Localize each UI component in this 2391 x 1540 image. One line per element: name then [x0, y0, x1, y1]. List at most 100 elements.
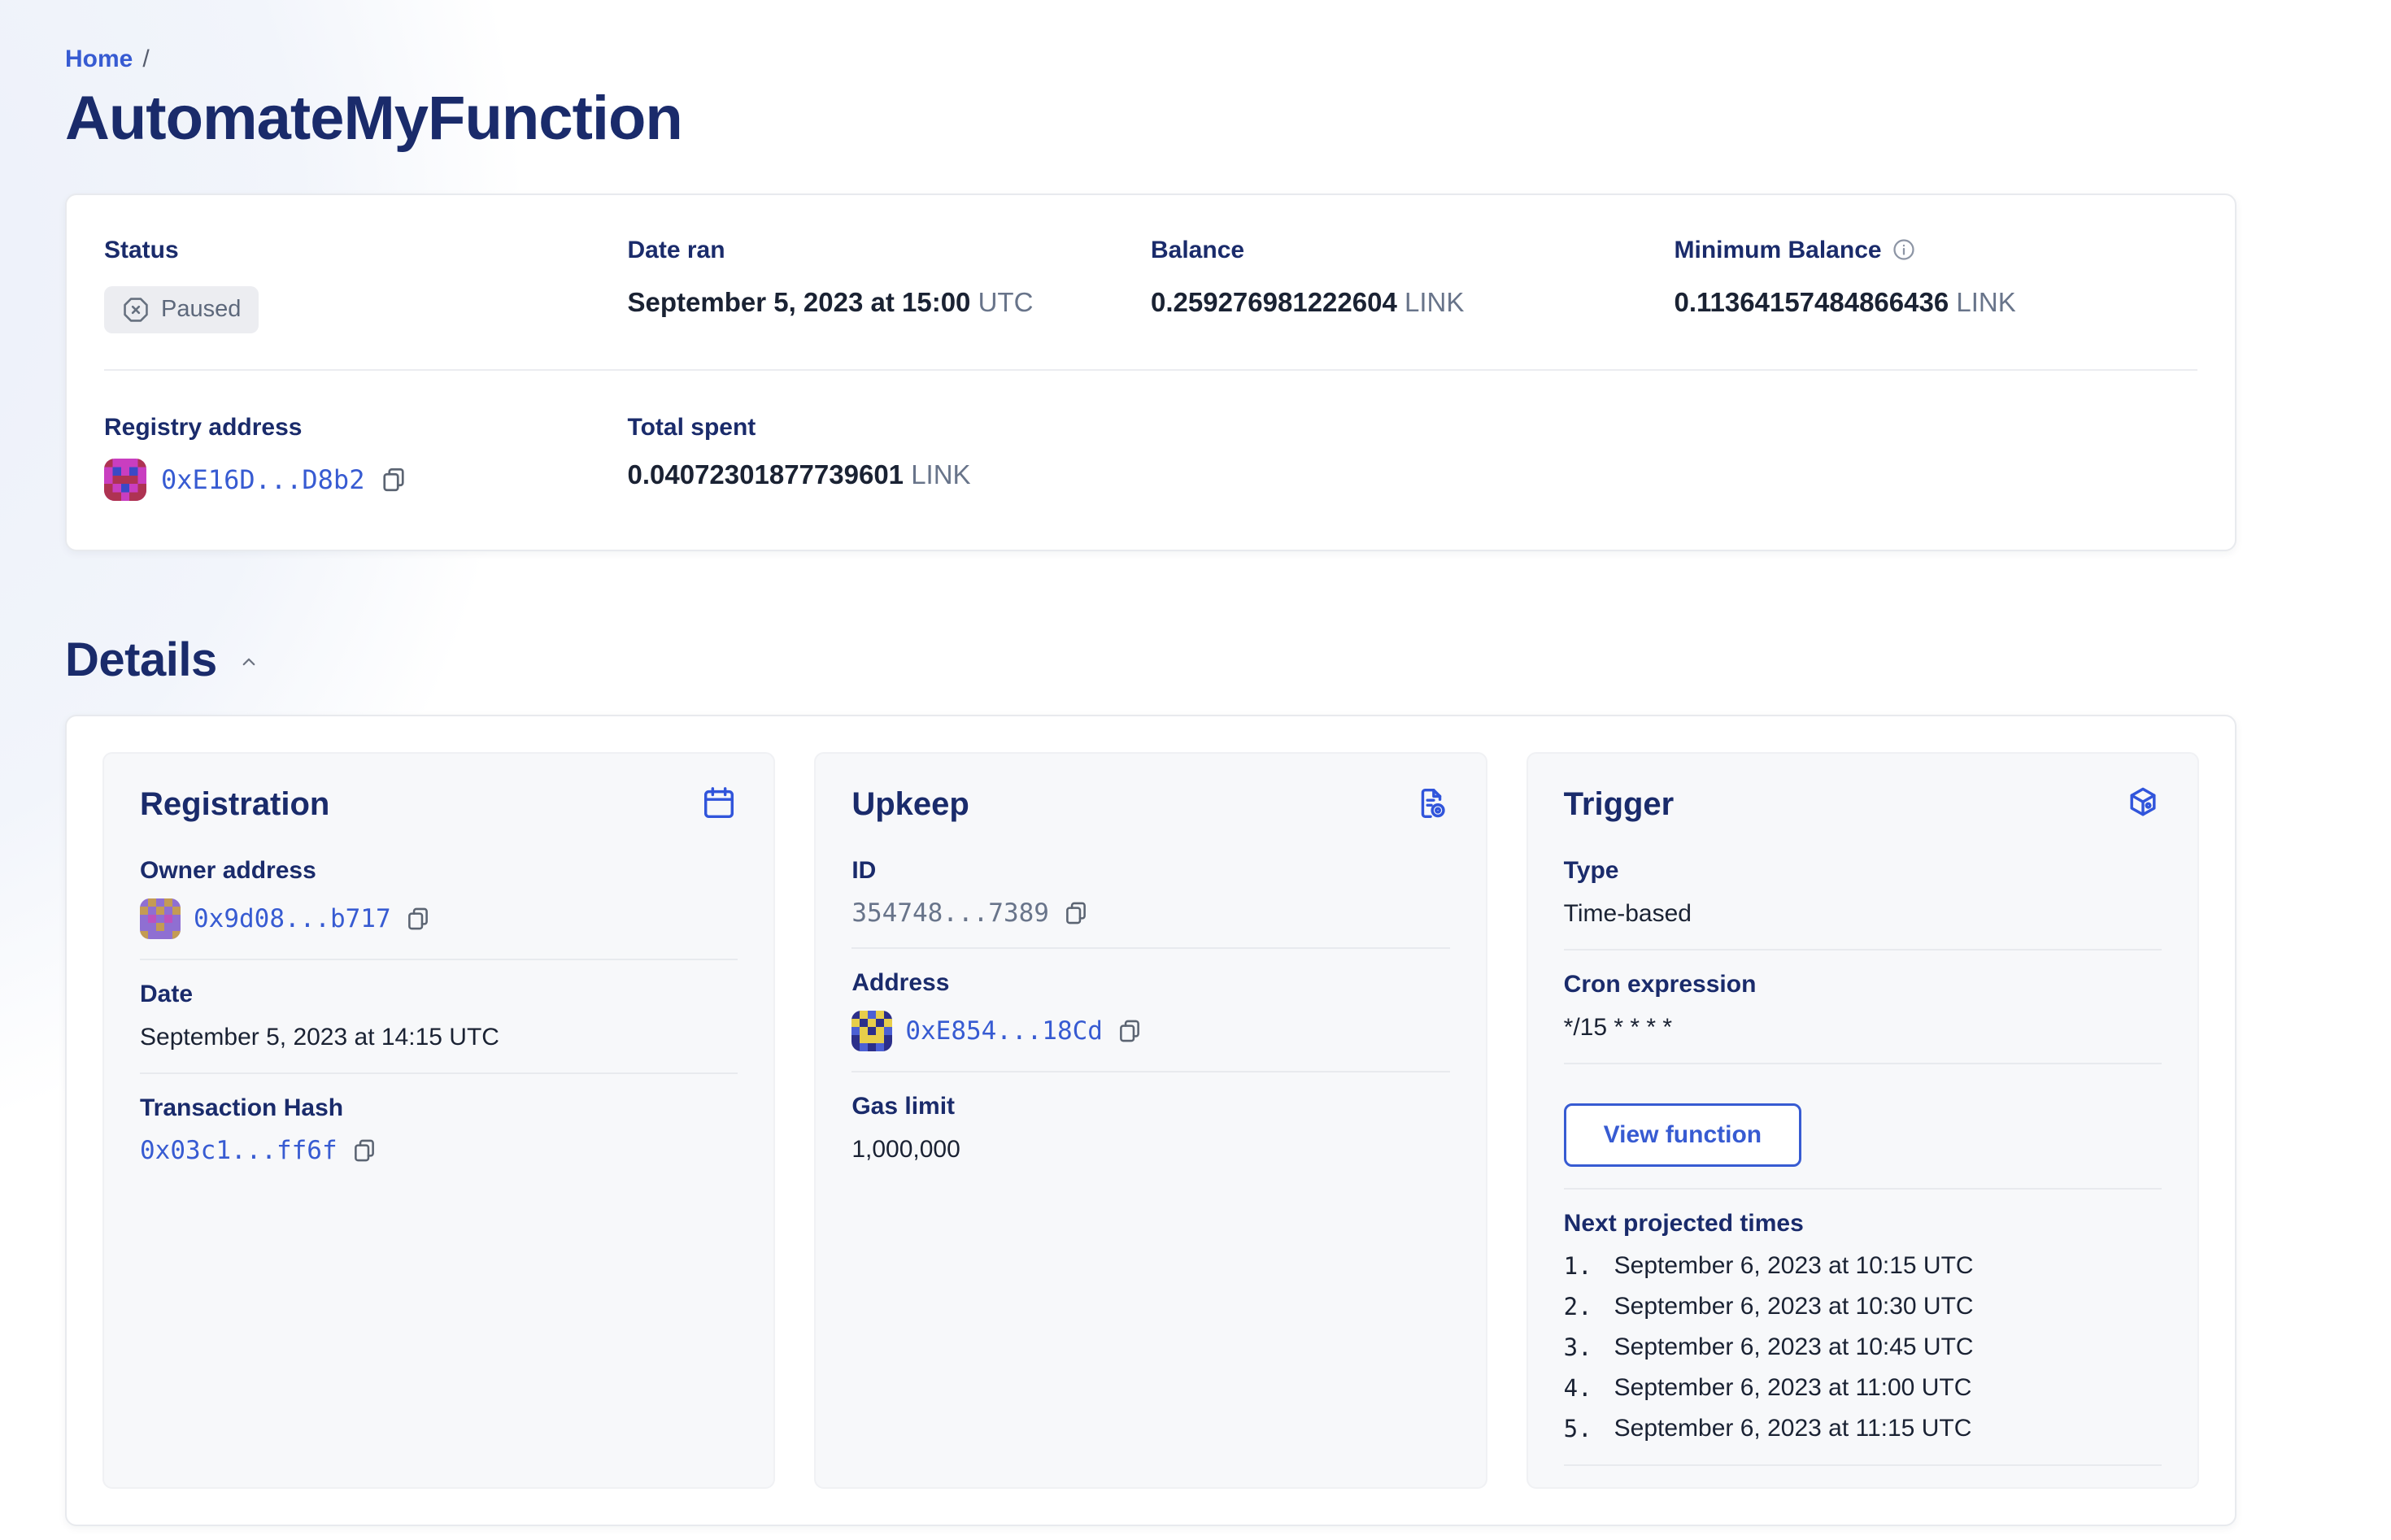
divider — [140, 1072, 738, 1074]
total-spent-suffix: LINK — [911, 459, 971, 489]
status-badge-text: Paused — [161, 296, 242, 323]
breadcrumb-separator: / — [142, 46, 150, 72]
trigger-title: Trigger — [1563, 785, 1675, 822]
trigger-card: Trigger Type Time-based Cron expression … — [1526, 751, 2199, 1489]
min-balance-label: Minimum Balance — [1675, 236, 2198, 265]
info-icon[interactable] — [1892, 237, 1916, 262]
item-text: September 6, 2023 at 10:15 UTC — [1614, 1251, 1974, 1279]
total-spent-value: 0.04072301877739601 — [627, 459, 904, 489]
divider — [1563, 1464, 2162, 1466]
date-ran-label: Date ran — [627, 236, 725, 263]
transaction-hash-label: Transaction Hash — [140, 1094, 344, 1121]
min-balance-field: Minimum Balance 0.11364157484866436 LINK — [1675, 236, 2198, 333]
paused-octagon-x-icon — [124, 297, 148, 322]
registry-address-label: Registry address — [104, 413, 303, 441]
upkeep-card: Upkeep ID 354748...7389 Address 0xE854..… — [814, 751, 1487, 1489]
overview-bottom-row: Registry address 0xE16D...D8b2 Total spe… — [67, 371, 2235, 550]
gas-limit-section: Gas limit 1,000,000 — [851, 1092, 1449, 1165]
next-projected-times-list: 1. September 6, 2023 at 10:15 UTC 2. Septe… — [1564, 1251, 2162, 1443]
transaction-hash-section: Transaction Hash 0x03c1...ff6f — [140, 1094, 738, 1165]
divider — [851, 946, 1450, 949]
projected-time-item: 1. September 6, 2023 at 10:15 UTC — [1564, 1251, 2162, 1281]
copy-icon[interactable] — [351, 1137, 378, 1164]
overview-top-row: Status Paused Date ran September 5, 2023… — [67, 195, 2235, 369]
total-spent-field: Total spent 0.04072301877739601 LINK — [628, 413, 1152, 501]
cube-icon — [2130, 787, 2156, 816]
cron-expression-value: */15 * * * * — [1563, 1013, 1673, 1041]
details-grid: Registration Owner address 0x9d08...b717… — [102, 751, 2199, 1489]
transaction-hash-link[interactable]: 0x03c1...ff6f — [140, 1136, 338, 1165]
date-ran-suffix: UTC — [978, 286, 1034, 317]
item-text: September 6, 2023 at 11:00 UTC — [1614, 1373, 1972, 1401]
item-text: September 6, 2023 at 11:15 UTC — [1614, 1414, 1972, 1442]
balance-label: Balance — [1151, 236, 1245, 263]
copy-icon[interactable] — [1116, 1017, 1143, 1045]
status-field: Status Paused — [104, 236, 628, 333]
projected-time-item: 3. September 6, 2023 at 10:45 UTC — [1564, 1333, 2162, 1362]
registration-date-section: Date September 5, 2023 at 14:15 UTC — [140, 980, 738, 1053]
divider — [1563, 948, 2162, 951]
cron-expression-label: Cron expression — [1563, 970, 1757, 998]
trigger-type-label: Type — [1563, 856, 1619, 884]
item-number: 1. — [1563, 1251, 1592, 1280]
upkeep-detail-page: Home / AutomateMyFunction Status Paused D… — [0, 0, 2391, 1526]
owner-identicon — [140, 898, 181, 939]
owner-address-label: Owner address — [140, 856, 316, 884]
owner-address-section: Owner address 0x9d08...b717 — [140, 856, 738, 939]
registry-identicon — [104, 458, 146, 501]
item-number: 4. — [1563, 1373, 1592, 1402]
registration-date-label: Date — [140, 980, 194, 1007]
breadcrumb-home-link[interactable]: Home — [65, 46, 133, 72]
calendar-icon — [704, 786, 734, 818]
projected-time-item: 5. September 6, 2023 at 11:15 UTC — [1564, 1414, 2162, 1443]
view-function-button[interactable]: View function — [1563, 1103, 1802, 1167]
collapse-details-button[interactable] — [237, 650, 261, 678]
divider — [1563, 1062, 2162, 1064]
divider — [851, 1070, 1450, 1072]
page-title: AutomateMyFunction — [65, 84, 683, 153]
total-spent-label: Total spent — [627, 413, 756, 441]
upkeep-address-link[interactable]: 0xE854...18Cd — [905, 1016, 1103, 1046]
balance-value: 0.259276981222604 — [1151, 286, 1397, 317]
upkeep-id-value: 354748...7389 — [851, 898, 1049, 928]
balance-suffix: LINK — [1405, 286, 1465, 317]
projected-time-item: 4. September 6, 2023 at 11:00 UTC — [1564, 1373, 2162, 1403]
projected-time-item: 2. September 6, 2023 at 10:30 UTC — [1564, 1292, 2162, 1321]
item-text: September 6, 2023 at 10:30 UTC — [1614, 1292, 1974, 1320]
divider — [1563, 1187, 2162, 1190]
chevron-up-icon — [242, 658, 255, 665]
document-gear-icon — [1421, 788, 1445, 818]
upkeep-title: Upkeep — [851, 785, 969, 822]
trigger-type-section: Type Time-based — [1564, 856, 2162, 929]
min-balance-suffix: LINK — [1956, 286, 2016, 317]
next-projected-times-section: Next projected times 1. September 6, 2023… — [1564, 1209, 2162, 1443]
registration-date-value: September 5, 2023 at 14:15 UTC — [140, 1023, 499, 1051]
date-ran-value: September 5, 2023 at 15:00 — [627, 286, 971, 317]
copy-icon[interactable] — [379, 465, 408, 494]
min-balance-value: 0.11364157484866436 — [1674, 286, 1949, 317]
owner-address-link[interactable]: 0x9d08...b717 — [194, 904, 391, 933]
gas-limit-value: 1,000,000 — [851, 1135, 960, 1163]
cron-expression-section: Cron expression */15 * * * * — [1564, 970, 2162, 1043]
details-heading-row: Details — [65, 633, 2236, 687]
upkeep-address-identicon — [851, 1010, 893, 1051]
registry-address-field: Registry address 0xE16D...D8b2 — [104, 413, 628, 501]
registration-card: Registration Owner address 0x9d08...b717… — [102, 751, 776, 1489]
details-heading: Details — [65, 633, 217, 686]
copy-icon[interactable] — [404, 905, 432, 933]
status-label: Status — [104, 236, 179, 263]
upkeep-id-section: ID 354748...7389 — [851, 856, 1449, 928]
item-number: 2. — [1563, 1292, 1592, 1320]
overview-card: Status Paused Date ran September 5, 2023… — [65, 193, 2236, 551]
upkeep-address-label: Address — [851, 968, 950, 996]
registry-address-link[interactable]: 0xE16D...D8b2 — [161, 464, 364, 495]
copy-icon[interactable] — [1062, 899, 1090, 927]
item-number: 3. — [1563, 1333, 1592, 1361]
details-card: Registration Owner address 0x9d08...b717… — [65, 714, 2236, 1526]
next-projected-times-label: Next projected times — [1563, 1209, 1804, 1237]
balance-field: Balance 0.259276981222604 LINK — [1151, 236, 1675, 333]
date-ran-field: Date ran September 5, 2023 at 15:00 UTC — [628, 236, 1152, 333]
item-text: September 6, 2023 at 10:45 UTC — [1614, 1333, 1974, 1360]
gas-limit-label: Gas limit — [851, 1092, 956, 1120]
item-number: 5. — [1563, 1414, 1592, 1442]
